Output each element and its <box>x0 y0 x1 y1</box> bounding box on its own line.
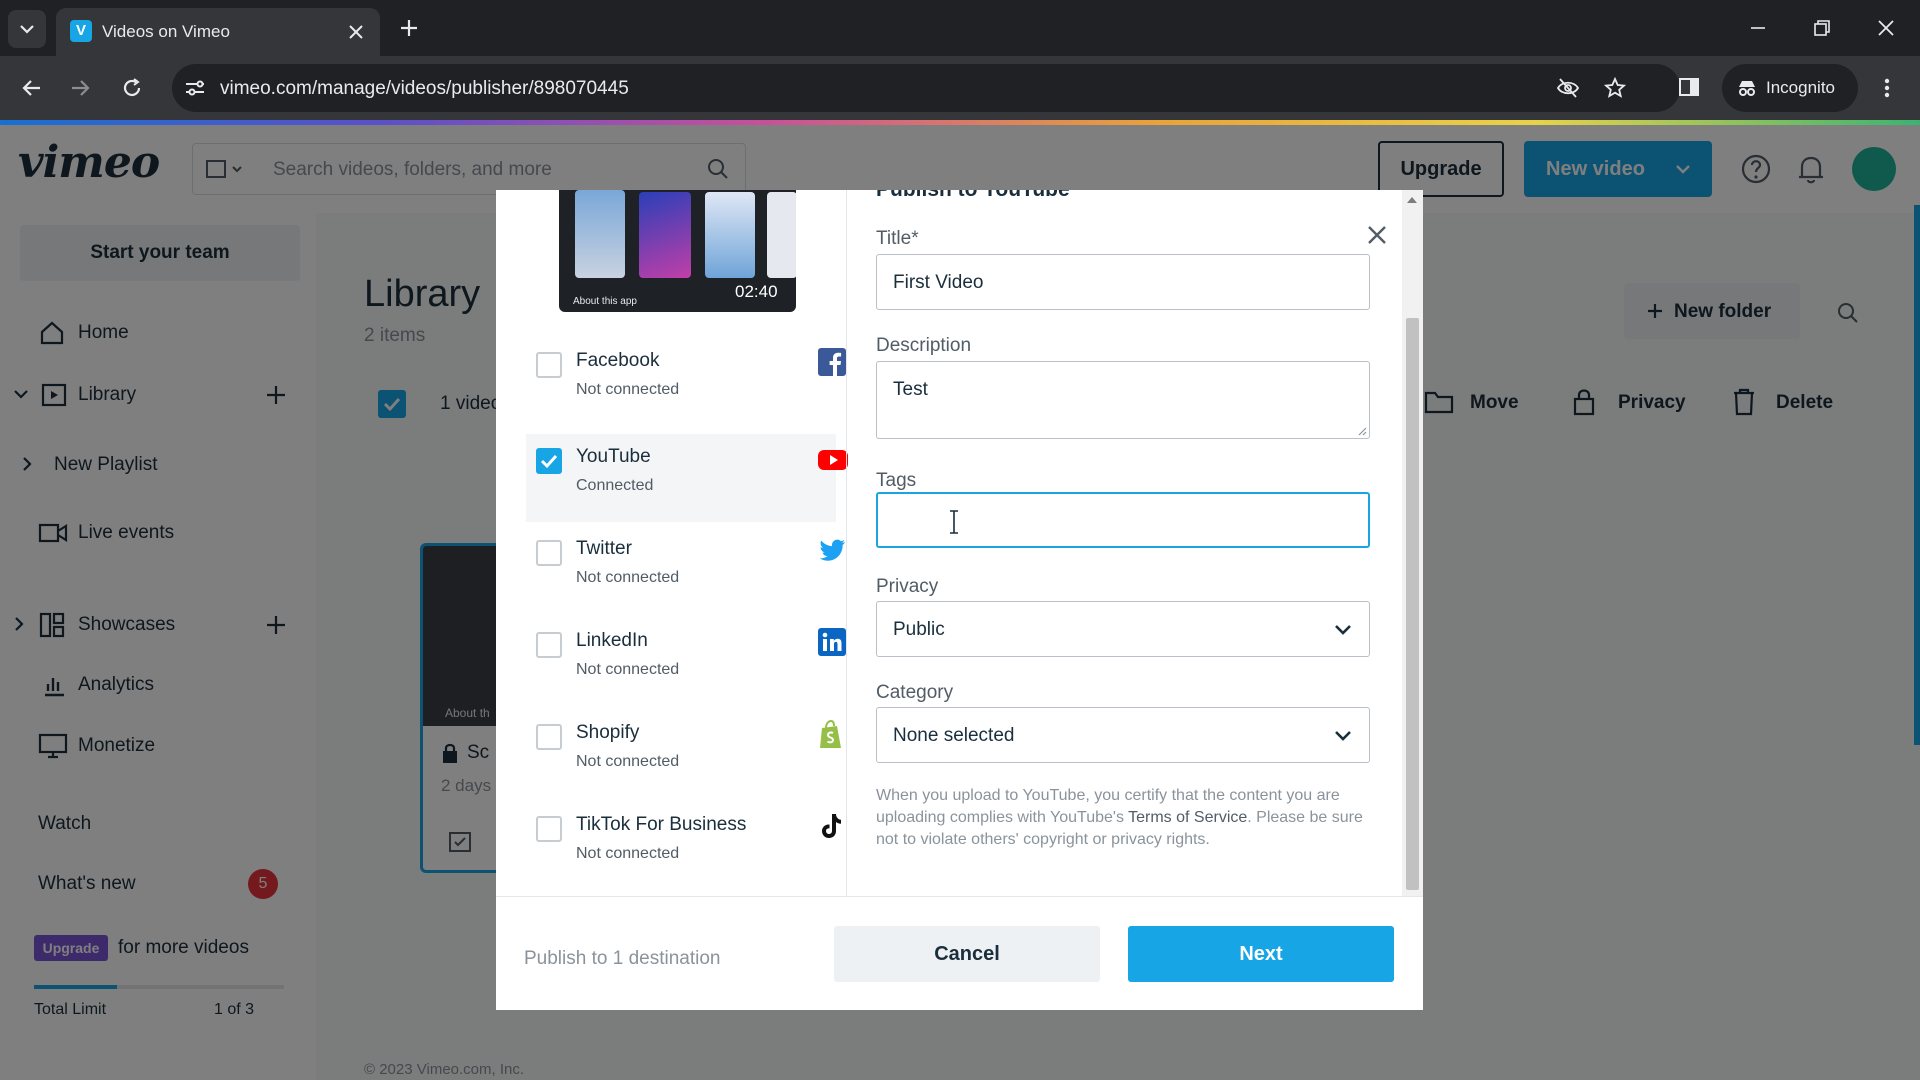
minimize-icon[interactable] <box>1748 18 1768 38</box>
description-textarea[interactable]: Test <box>876 361 1370 439</box>
text-cursor-icon <box>950 510 958 534</box>
destination-status: Connected <box>576 477 654 494</box>
browser-tab[interactable]: V Videos on Vimeo <box>56 8 380 56</box>
description-label: Description <box>876 335 972 356</box>
terms-of-service-link[interactable]: Terms of Service <box>1128 809 1247 826</box>
vimeo-favicon-icon: V <box>70 20 92 42</box>
modal-footer-divider <box>496 896 1423 897</box>
destination-facebook[interactable]: Facebook Not connected <box>526 338 846 426</box>
chevron-down-icon <box>1335 731 1351 741</box>
scroll-up-icon[interactable] <box>1406 196 1418 204</box>
check-icon <box>540 454 558 469</box>
forward-icon[interactable] <box>68 76 92 100</box>
site-settings-icon[interactable] <box>184 78 206 98</box>
privacy-select[interactable]: Public <box>876 601 1370 657</box>
destination-checkbox[interactable] <box>536 816 562 842</box>
next-button[interactable]: Next <box>1128 926 1394 982</box>
incognito-label: Incognito <box>1766 78 1835 97</box>
resize-handle-icon[interactable] <box>1357 426 1367 436</box>
chevron-down-icon <box>1335 625 1351 635</box>
youtube-terms-note: When you upload to YouTube, you certify … <box>876 785 1376 851</box>
destination-checkbox[interactable] <box>536 632 562 658</box>
side-panel-icon[interactable] <box>1678 76 1700 98</box>
tags-label: Tags <box>876 470 917 491</box>
video-preview: About this app 02:40 <box>559 190 796 312</box>
destination-name: Twitter <box>576 538 632 559</box>
destination-name: YouTube <box>576 446 651 467</box>
category-select[interactable]: None selected <box>876 707 1370 763</box>
twitter-icon <box>819 539 845 561</box>
tiktok-icon <box>822 814 841 838</box>
destination-name: Facebook <box>576 350 660 371</box>
privacy-label: Privacy <box>876 576 939 597</box>
browser-menu-icon[interactable] <box>1880 76 1894 100</box>
chevron-down-icon <box>20 25 34 34</box>
modal-scrollbar-track[interactable] <box>1402 190 1423 896</box>
video-duration: 02:40 <box>735 282 778 301</box>
modal-header: Publish to YouTube <box>876 190 1070 202</box>
title-input[interactable]: First Video <box>876 254 1370 310</box>
linkedin-icon <box>818 628 846 656</box>
eye-off-icon[interactable] <box>1556 77 1580 99</box>
destination-status: Not connected <box>576 753 680 770</box>
description-value: Test <box>893 379 928 400</box>
bookmark-star-icon[interactable] <box>1604 77 1626 99</box>
shopify-icon <box>820 720 841 748</box>
close-window-icon[interactable] <box>1876 18 1896 38</box>
preview-image <box>705 192 755 278</box>
restore-icon[interactable] <box>1812 18 1832 38</box>
reload-icon[interactable] <box>120 76 144 100</box>
preview-image <box>575 190 625 278</box>
tags-input[interactable] <box>876 492 1370 548</box>
cancel-button[interactable]: Cancel <box>834 926 1100 982</box>
address-bar-row: vimeo.com/manage/videos/publisher/898070… <box>0 56 1920 120</box>
close-icon[interactable] <box>1366 224 1388 246</box>
destination-tiktok[interactable]: TikTok For Business Not connected <box>526 802 841 890</box>
destination-checkbox[interactable] <box>536 352 562 378</box>
destination-name: Shopify <box>576 722 640 743</box>
browser-tab-strip: V Videos on Vimeo <box>0 0 1920 56</box>
destination-status: Not connected <box>576 381 680 398</box>
destination-name: TikTok For Business <box>576 814 747 835</box>
destination-status: Not connected <box>576 845 680 862</box>
destination-name: LinkedIn <box>576 630 648 651</box>
destination-linkedin[interactable]: LinkedIn Not connected <box>526 618 846 706</box>
publish-count-text: Publish to 1 destination <box>524 948 721 969</box>
destination-checkbox[interactable] <box>536 724 562 750</box>
back-icon[interactable] <box>20 76 44 100</box>
destination-shopify[interactable]: Shopify Not connected <box>526 710 841 798</box>
destination-checkbox[interactable] <box>536 448 562 474</box>
column-divider <box>846 190 847 896</box>
incognito-icon <box>1739 81 1755 96</box>
title-value: First Video <box>893 272 984 293</box>
privacy-value: Public <box>893 619 945 640</box>
thumb-caption: About this app <box>573 296 637 307</box>
category-label: Category <box>876 682 954 703</box>
facebook-icon <box>818 348 846 376</box>
preview-image <box>767 192 796 278</box>
destination-twitter[interactable]: Twitter Not connected <box>526 526 845 614</box>
modal-scrollbar-thumb[interactable] <box>1406 318 1419 890</box>
new-tab-icon[interactable] <box>398 17 420 39</box>
destination-youtube[interactable]: YouTube Connected <box>526 434 848 522</box>
preview-image <box>639 192 691 278</box>
incognito-indicator[interactable]: Incognito <box>1722 64 1858 112</box>
destination-checkbox[interactable] <box>536 540 562 566</box>
url-text: vimeo.com/manage/videos/publisher/898070… <box>220 78 629 99</box>
destination-status: Not connected <box>576 569 680 586</box>
title-label: Title* <box>876 228 919 249</box>
tab-search-button[interactable] <box>8 10 46 48</box>
omnibox[interactable]: vimeo.com/manage/videos/publisher/898070… <box>172 64 1680 112</box>
publish-modal: About this app 02:40 Facebook Not connec… <box>496 190 1423 1010</box>
category-value: None selected <box>893 725 1015 746</box>
destination-status: Not connected <box>576 661 680 678</box>
close-tab-icon[interactable] <box>346 22 366 42</box>
youtube-icon <box>818 450 848 470</box>
tab-title: Videos on Vimeo <box>102 22 230 41</box>
